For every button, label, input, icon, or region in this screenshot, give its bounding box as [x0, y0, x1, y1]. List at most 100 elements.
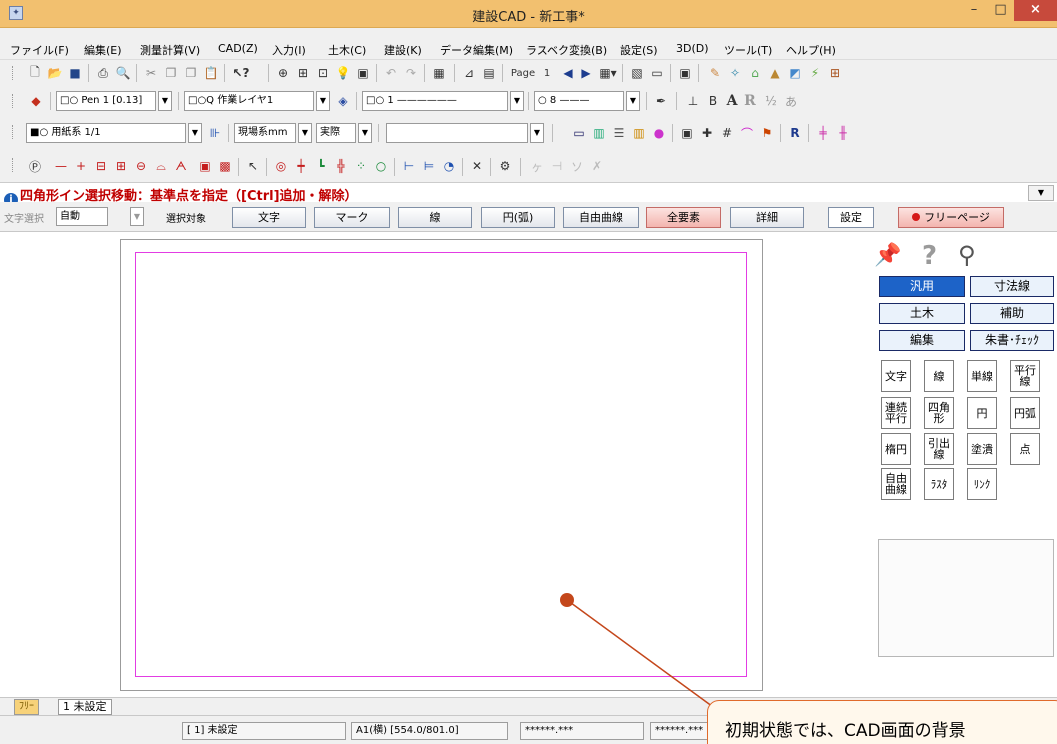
image-icon[interactable]: ▧ — [628, 64, 646, 82]
dimension-style-icon[interactable]: ⊥ — [684, 92, 702, 110]
mode-icon[interactable]: Ⓟ — [26, 157, 44, 175]
tool-fill[interactable]: 塗潰 — [967, 433, 997, 465]
pen-attribute-icon[interactable]: ◆ — [26, 92, 46, 110]
pen-combo-arrow-icon[interactable]: ▼ — [158, 91, 172, 111]
tool-b-icon[interactable]: ✧ — [726, 64, 744, 82]
snap-a-icon[interactable]: ╪ — [814, 124, 832, 142]
category-dimension[interactable]: 寸法線 — [970, 276, 1054, 297]
text-select-arrow-icon[interactable]: ▼ — [130, 207, 144, 226]
menu-edit[interactable]: 編集(E) — [84, 42, 122, 58]
tool-g-icon[interactable]: ⊞ — [826, 64, 844, 82]
tool-f-icon[interactable]: ⚡ — [806, 64, 824, 82]
tool-rectangle[interactable]: 四角形 — [924, 397, 954, 429]
hatch-tool-icon[interactable]: # — [718, 124, 736, 142]
list-tool-icon[interactable]: ☰ — [610, 124, 628, 142]
magnifier-icon[interactable]: ⚲ — [958, 241, 976, 269]
menu-help[interactable]: ヘルプ(H) — [786, 42, 836, 58]
tool-a-icon[interactable]: ✎ — [706, 64, 724, 82]
tool-parallel-line[interactable]: 平行線 — [1010, 360, 1040, 392]
layer-combo[interactable]: □○Q 作業レイヤ1 — [184, 91, 314, 111]
category-civil[interactable]: 土木 — [879, 303, 965, 324]
zoom-window-icon[interactable]: ⊞ — [294, 64, 312, 82]
fraction-icon[interactable]: ½ — [762, 92, 780, 110]
light-bulb-icon[interactable]: 💡 — [334, 64, 352, 82]
empty-combo[interactable] — [386, 123, 528, 143]
font-style-icon[interactable]: B — [704, 92, 722, 110]
tool-continuous-parallel[interactable]: 連続平行 — [881, 397, 911, 429]
grid-tool-icon[interactable]: ▥ — [590, 124, 608, 142]
tool-point[interactable]: 点 — [1010, 433, 1040, 465]
rect-tool-icon[interactable]: ▭ — [570, 124, 588, 142]
tool-single-line[interactable]: 単線 — [967, 360, 997, 392]
snap-arc-icon[interactable]: ⌓ — [152, 157, 170, 175]
help-question-icon[interactable]: ? — [922, 241, 937, 271]
menu-cad[interactable]: CAD(Z) — [218, 42, 258, 55]
maximize-button[interactable]: □ — [987, 0, 1014, 21]
category-auxiliary[interactable]: 補助 — [970, 303, 1054, 324]
reference-r-icon[interactable]: R — [786, 124, 804, 142]
snap-quadrant-icon[interactable]: ◔ — [440, 157, 458, 175]
free-page-button[interactable]: フリーページ — [898, 207, 1004, 228]
line-type-combo[interactable]: □○ 1 —————— — [362, 91, 508, 111]
tool-link[interactable]: ﾘﾝｸ — [967, 468, 997, 500]
tool-circle[interactable]: 円 — [967, 397, 997, 429]
free-layer-tab[interactable]: ﾌﾘｰ — [14, 699, 39, 715]
help-pointer-icon[interactable]: ↖? — [230, 64, 252, 82]
tool-e-icon[interactable]: ◩ — [786, 64, 804, 82]
tool-d-icon[interactable]: ▲ — [766, 64, 784, 82]
toolbar-grip[interactable] — [12, 158, 14, 172]
snap-area-icon[interactable]: ▩ — [216, 157, 234, 175]
snap-tangent-icon[interactable]: ᗅ — [172, 157, 190, 175]
snap-corner-icon[interactable]: ┗ — [312, 157, 330, 175]
layer-settings-icon[interactable]: ◈ — [334, 92, 352, 110]
eyedropper-icon[interactable]: ✒ — [652, 92, 670, 110]
text-a-icon[interactable]: A — [724, 92, 740, 110]
curve-tool-icon[interactable]: ⌒ — [738, 124, 756, 142]
menu-tools[interactable]: ツール(T) — [724, 42, 772, 58]
disabled-tool-a-icon[interactable]: ヶ — [528, 157, 546, 175]
redraw-icon[interactable]: ▣ — [354, 64, 372, 82]
select-all-button[interactable]: 全要素 — [646, 207, 721, 228]
marker-tool-icon[interactable]: ⚑ — [758, 124, 776, 142]
tool-c-icon[interactable]: ⌂ — [746, 64, 764, 82]
menu-survey[interactable]: 測量計算(V) — [140, 42, 200, 58]
menu-civil[interactable]: 土木(C) — [328, 42, 366, 58]
paper-system-combo[interactable]: ■○ 用紙系 1/1 — [26, 123, 186, 143]
prev-page-icon[interactable]: ◀ — [560, 64, 576, 82]
paste-icon[interactable]: 📋 — [202, 64, 220, 82]
select-mark-button[interactable]: マーク — [314, 207, 390, 228]
cut-icon[interactable]: ✂ — [142, 64, 160, 82]
text-r-icon[interactable]: R — [742, 92, 758, 110]
undo-icon[interactable]: ↶ — [382, 64, 400, 82]
snap-parallel-icon[interactable]: ⊨ — [420, 157, 438, 175]
line-type-combo-arrow-icon[interactable]: ▼ — [510, 91, 524, 111]
tool-raster[interactable]: ﾗｽﾀ — [924, 468, 954, 500]
layer-view-icon[interactable]: ▦ — [430, 64, 448, 82]
save-icon[interactable]: ■ — [66, 64, 84, 82]
measure-icon[interactable]: ✕ — [468, 157, 486, 175]
select-line-button[interactable]: 線 — [398, 207, 472, 228]
redo-icon[interactable]: ↷ — [402, 64, 420, 82]
empty-combo-arrow-icon[interactable]: ▼ — [530, 123, 544, 143]
zoom-icon[interactable]: ⊕ — [274, 64, 292, 82]
snap-point-icon[interactable]: ⁘ — [352, 157, 370, 175]
snap-midpoint-icon[interactable]: ⊞ — [112, 157, 130, 175]
category-redline-check[interactable]: 朱書･ﾁｪｯｸ — [970, 330, 1054, 351]
category-general[interactable]: 汎用 — [879, 276, 965, 297]
select-text-button[interactable]: 文字 — [232, 207, 306, 228]
snap-intersect-icon[interactable]: ┿ — [292, 157, 310, 175]
menu-construction[interactable]: 建設(K) — [384, 42, 422, 58]
table-icon[interactable]: ▤ — [480, 64, 498, 82]
snap-line-icon[interactable]: — — [52, 157, 70, 175]
menu-3d[interactable]: 3D(D) — [676, 42, 709, 55]
insert-tool-icon[interactable]: ✚ — [698, 124, 716, 142]
prompt-dropdown-icon[interactable]: ▼ — [1028, 185, 1054, 201]
pin-icon[interactable]: 📌 — [874, 243, 901, 268]
text-select-combo[interactable]: 自動 — [56, 207, 108, 226]
inspect-icon[interactable]: ⚙ — [496, 157, 514, 175]
snap-center-icon[interactable]: ◎ — [272, 157, 290, 175]
color-tool-icon[interactable]: ● — [650, 124, 668, 142]
scale-icon[interactable]: ⊪ — [206, 124, 224, 142]
print-preview-icon[interactable]: 🔍 — [114, 64, 132, 82]
copy-icon[interactable]: ❐ — [162, 64, 180, 82]
